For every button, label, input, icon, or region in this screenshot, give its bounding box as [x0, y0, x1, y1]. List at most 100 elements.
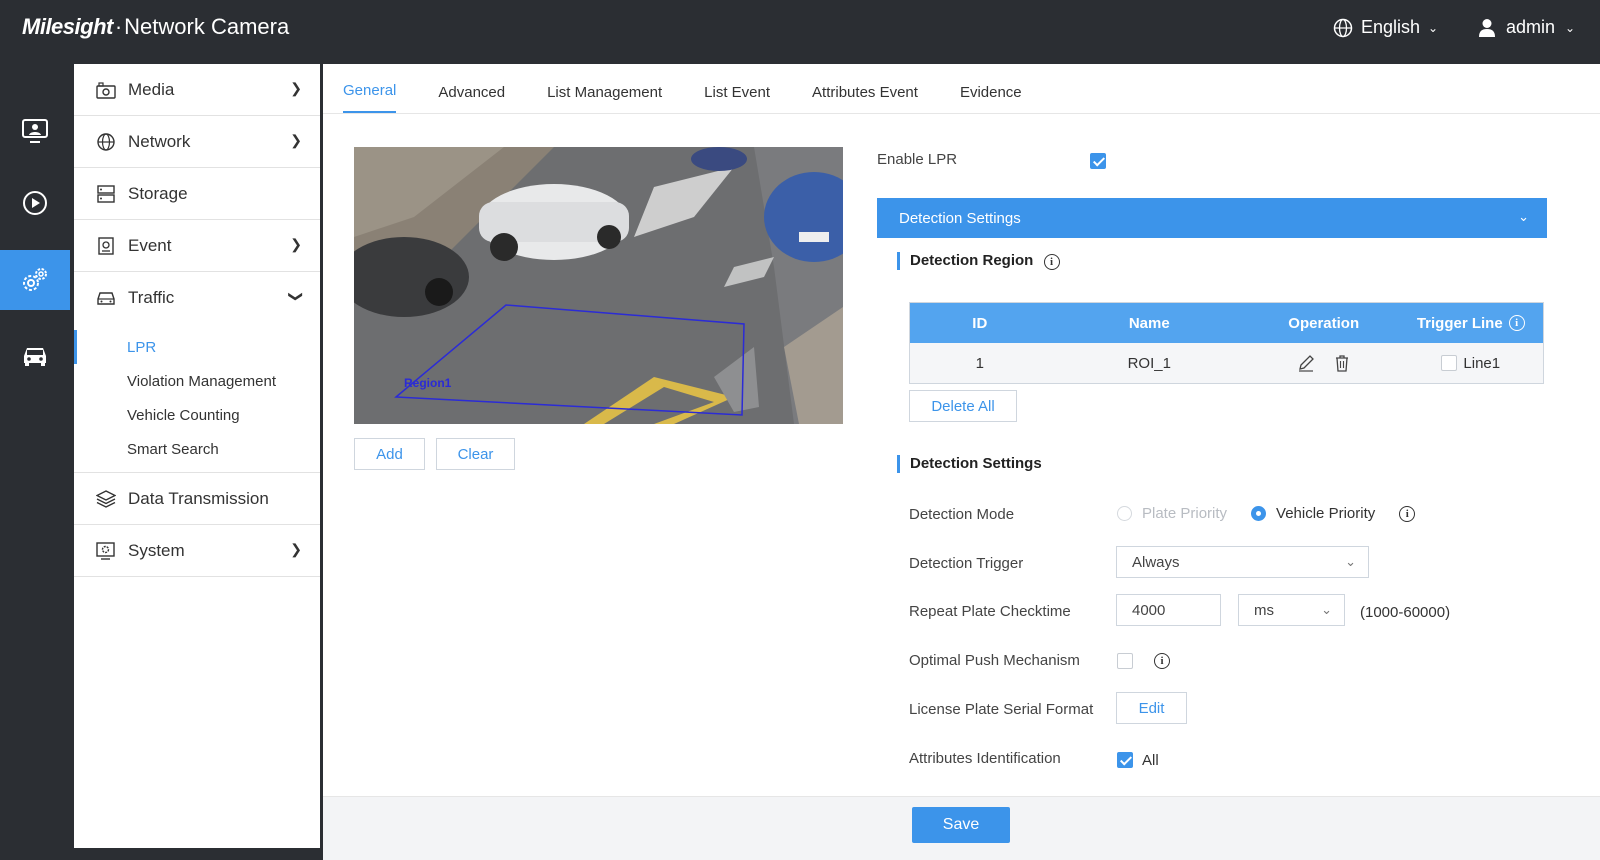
menu-system[interactable]: System ❯ — [74, 525, 320, 577]
serial-format-label: License Plate Serial Format — [909, 701, 1094, 718]
rail-live-view[interactable] — [0, 101, 70, 161]
col-operation: Operation — [1288, 314, 1360, 332]
chevron-right-icon: ❯ — [290, 236, 302, 252]
user-icon — [1479, 18, 1495, 37]
table-header: ID Name Operation Trigger Line i — [910, 303, 1543, 343]
user-name: admin — [1506, 17, 1556, 37]
menu-event[interactable]: Event ❯ — [74, 220, 320, 272]
repeat-checktime-input[interactable]: 4000 — [1116, 594, 1221, 626]
main-content: General Advanced List Management List Ev… — [323, 64, 1600, 860]
enable-lpr-label: Enable LPR — [877, 151, 958, 168]
enable-lpr-checkbox[interactable] — [1090, 153, 1106, 169]
event-icon — [96, 236, 116, 256]
trigger-line-label: Line1 — [1463, 354, 1501, 372]
info-icon[interactable]: i — [1399, 505, 1416, 522]
row-id: 1 — [975, 354, 984, 372]
menu-storage-label: Storage — [128, 183, 188, 203]
traffic-submenu: LPR Violation Management Vehicle Countin… — [74, 324, 320, 473]
street-scene: Region1 — [354, 147, 843, 424]
detection-region-title: Detection Region i — [897, 252, 1060, 270]
menu-data-transmission[interactable]: Data Transmission — [74, 473, 320, 525]
menu-data-transmission-label: Data Transmission — [128, 488, 269, 508]
plate-priority-label: Plate Priority — [1142, 505, 1228, 522]
monitor-icon — [22, 119, 48, 143]
menu-media[interactable]: Media ❯ — [74, 64, 320, 116]
rail-playback[interactable] — [0, 173, 70, 233]
detection-mode-group: Plate Priority Vehicle Priority i — [1117, 505, 1416, 522]
vehicle-icon — [24, 348, 46, 366]
tab-general[interactable]: General — [343, 82, 397, 113]
repeat-checktime-label: Repeat Plate Checktime — [909, 603, 1071, 620]
trash-icon[interactable] — [1333, 354, 1351, 372]
optimal-push-checkbox[interactable] — [1117, 653, 1133, 669]
repeat-unit-select[interactable]: ms ⌄ — [1238, 594, 1345, 626]
row-operations — [1249, 354, 1399, 372]
chevron-right-icon: ❯ — [290, 80, 302, 96]
menu-media-label: Media — [128, 79, 175, 99]
tab-advanced[interactable]: Advanced — [438, 84, 505, 113]
detection-settings-title: Detection Settings — [897, 455, 1042, 473]
settings-menu: Media ❯ Network ❯ Storage Event ❯ Traffi… — [74, 64, 320, 848]
menu-storage[interactable]: Storage — [74, 168, 320, 220]
info-icon[interactable]: i — [1043, 254, 1060, 270]
submenu-lpr[interactable]: LPR — [74, 330, 320, 364]
language-selector[interactable]: English ⌄ — [1333, 17, 1438, 38]
row-trigger-line: Line1 — [1398, 355, 1543, 372]
tab-evidence[interactable]: Evidence — [960, 84, 1022, 113]
footer-bar: Save — [323, 796, 1600, 860]
detection-trigger-value: Always — [1132, 553, 1180, 571]
attributes-identification-label: Attributes Identification — [909, 750, 1061, 767]
menu-network[interactable]: Network ❯ — [74, 116, 320, 168]
chevron-right-icon: ❯ — [290, 132, 302, 148]
camera-icon — [96, 80, 116, 100]
storage-icon — [96, 184, 116, 204]
info-icon[interactable]: i — [1508, 315, 1525, 331]
detection-region-table: ID Name Operation Trigger Line i 1 ROI_1… — [909, 302, 1544, 384]
edit-icon[interactable] — [1297, 354, 1315, 372]
tab-list-management[interactable]: List Management — [547, 84, 662, 113]
globe-icon — [1333, 18, 1353, 37]
detection-settings-accordion[interactable]: Detection Settings ⌄ — [877, 198, 1547, 238]
language-label: English — [1361, 17, 1421, 37]
optimal-push-label: Optimal Push Mechanism — [909, 652, 1080, 669]
attributes-all-checkbox[interactable] — [1117, 752, 1133, 768]
submenu-smart-search[interactable]: Smart Search — [74, 432, 320, 466]
menu-traffic[interactable]: Traffic ❯ — [74, 272, 320, 324]
info-icon[interactable]: i — [1154, 653, 1170, 669]
chevron-down-icon: ⌄ — [1321, 602, 1332, 617]
rail-settings[interactable] — [0, 250, 70, 310]
user-menu[interactable]: admin ⌄ — [1478, 17, 1575, 38]
tab-bar: General Advanced List Management List Ev… — [323, 64, 1600, 114]
vehicle-priority-radio[interactable] — [1251, 506, 1267, 521]
clear-region-button[interactable]: Clear — [436, 438, 515, 470]
chevron-down-icon: ⌄ — [1428, 20, 1439, 35]
chevron-down-icon: ⌄ — [1345, 554, 1356, 569]
serial-format-edit-button[interactable]: Edit — [1116, 692, 1187, 724]
accordion-title: Detection Settings — [899, 209, 1021, 227]
video-preview[interactable]: Region1 — [354, 147, 843, 424]
repeat-unit-value: ms — [1254, 601, 1274, 619]
add-region-button[interactable]: Add — [354, 438, 425, 470]
submenu-vehicle-counting[interactable]: Vehicle Counting — [74, 398, 320, 432]
menu-traffic-label: Traffic — [128, 288, 175, 307]
tab-attributes-event[interactable]: Attributes Event — [812, 84, 918, 113]
plate-priority-radio[interactable] — [1117, 506, 1132, 521]
submenu-violation-management[interactable]: Violation Management — [74, 364, 320, 398]
system-icon — [96, 541, 116, 561]
vehicle-priority-label: Vehicle Priority — [1276, 505, 1376, 522]
chevron-right-icon: ❯ — [290, 541, 302, 557]
trigger-line-checkbox[interactable] — [1441, 355, 1458, 371]
attributes-all-label: All — [1142, 752, 1159, 769]
detection-trigger-select[interactable]: Always ⌄ — [1116, 546, 1369, 578]
globe-icon — [96, 132, 116, 152]
repeat-range-hint: (1000-60000) — [1360, 604, 1451, 621]
menu-event-label: Event — [128, 235, 172, 255]
delete-all-button[interactable]: Delete All — [909, 390, 1017, 422]
row-name: ROI_1 — [1127, 354, 1171, 372]
top-bar: Milesight · Network Camera English ⌄ adm… — [0, 0, 1600, 56]
rail-traffic[interactable] — [0, 325, 70, 385]
tab-list-event[interactable]: List Event — [704, 84, 770, 113]
region-label: Region1 — [404, 376, 452, 390]
detection-trigger-label: Detection Trigger — [909, 555, 1024, 572]
save-button[interactable]: Save — [912, 807, 1010, 843]
